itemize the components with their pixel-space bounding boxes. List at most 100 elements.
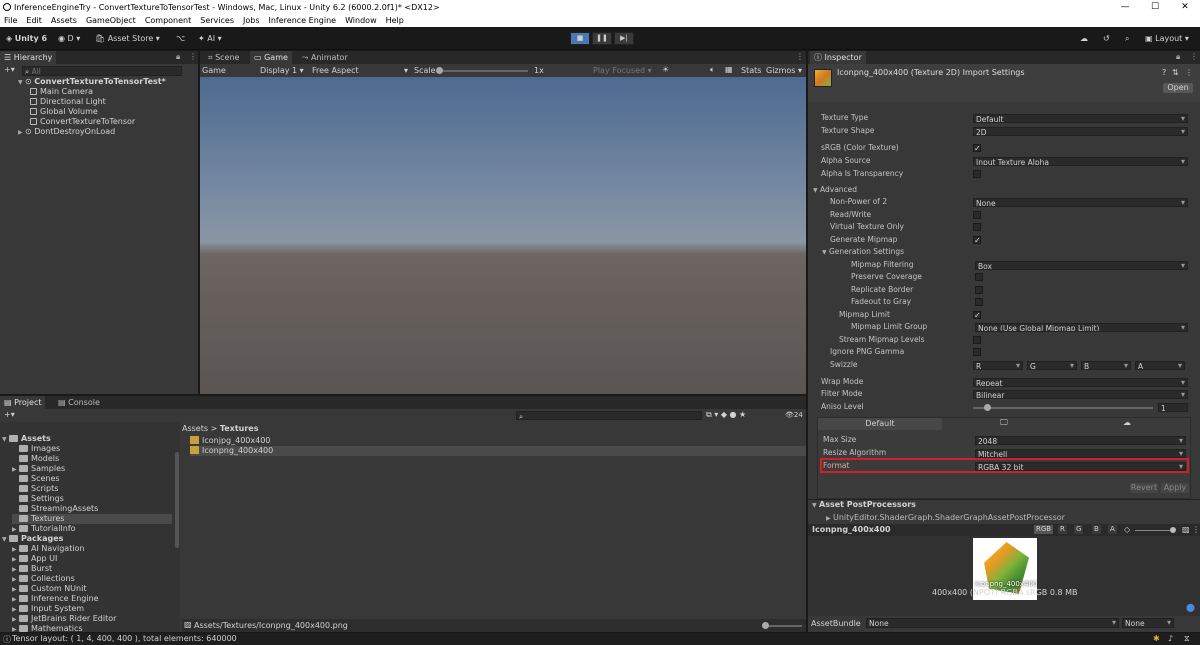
property-dropdown[interactable]: Input Texture Alpha <box>973 157 1188 166</box>
pause-button[interactable]: ❚❚ <box>592 32 612 45</box>
project-tree-item[interactable]: StreamingAssets <box>12 504 98 514</box>
minimize-button[interactable]: — <box>1110 0 1140 14</box>
project-tree-item[interactable]: ▶ Burst <box>12 564 52 574</box>
tab-game[interactable]: ▭ Game <box>250 51 292 64</box>
project-tree-item[interactable]: ▶ Custom NUnit <box>12 584 86 594</box>
tab-animator[interactable]: ⤳ Animator <box>298 51 352 64</box>
bundle-info-icon[interactable]: ⬤ <box>1186 603 1195 612</box>
game-viewport[interactable] <box>200 77 806 394</box>
mip-slider[interactable] <box>1135 530 1175 531</box>
menu-assets[interactable]: Assets <box>51 16 77 25</box>
property-dropdown[interactable]: Bilinear <box>973 390 1188 399</box>
search-icon[interactable]: ⌕ <box>1125 32 1129 45</box>
aspect-dropdown[interactable]: Free Aspect ▾ <box>312 66 408 75</box>
property-checkbox[interactable] <box>975 298 983 306</box>
tab-project[interactable]: ▤ Project <box>0 396 46 409</box>
hierarchy-search-input[interactable]: ⌕ All <box>22 66 182 76</box>
menu-edit[interactable]: Edit <box>26 16 42 25</box>
property-dropdown[interactable]: None (Use Global Mipmap Limit) <box>975 323 1188 332</box>
dontdestroy-row[interactable]: ▶ ⊙ DontDestroyOnLoad <box>18 127 115 137</box>
property-checkbox[interactable] <box>975 286 983 294</box>
game-mode-dropdown[interactable]: Game <box>202 66 226 75</box>
channel-toggle[interactable]: A <box>1108 525 1117 534</box>
project-tree-item[interactable]: Settings <box>12 494 64 504</box>
hierarchy-item[interactable]: ConvertTextureToTensor <box>30 117 135 127</box>
project-tree-item[interactable]: ▶ Collections <box>12 574 75 584</box>
tab-console[interactable]: ▤ Console <box>54 396 104 409</box>
project-tree-item[interactable]: Scripts <box>12 484 58 494</box>
grid-icon[interactable]: ▦ <box>725 65 733 74</box>
aniso-value-field[interactable]: 1 <box>1158 403 1188 412</box>
add-button[interactable]: +▾ <box>4 410 15 419</box>
property-checkbox[interactable] <box>973 348 981 356</box>
project-file-item[interactable]: Iconjpg_400x400 <box>190 436 270 446</box>
menu-gameobject[interactable]: GameObject <box>86 16 136 25</box>
channel-toggle[interactable]: B <box>1092 525 1101 534</box>
help-icon[interactable]: ? <box>1162 68 1166 77</box>
more-icon[interactable]: ⋮ <box>1185 68 1193 77</box>
swizzle-dropdown[interactable]: A <box>1135 361 1185 370</box>
preset-icon[interactable]: ⇅ <box>1172 68 1179 77</box>
assetbundle-dropdown[interactable]: None <box>866 618 1119 628</box>
close-button[interactable]: ✕ <box>1170 0 1200 14</box>
hierarchy-item[interactable]: Global Volume <box>30 107 98 117</box>
foldout-generation-settings[interactable]: ▼ Generation Settings <box>822 247 904 257</box>
project-tree-item[interactable]: Images <box>12 444 60 454</box>
breadcrumb-textures[interactable]: Textures <box>220 424 259 433</box>
foldout-advanced[interactable]: ▼ Advanced <box>813 185 857 195</box>
project-tree-item[interactable]: ▼ Packages <box>2 534 63 544</box>
more-icon[interactable]: ⋮ <box>1190 52 1198 61</box>
swizzle-dropdown[interactable]: G <box>1027 361 1077 370</box>
menu-file[interactable]: File <box>4 16 17 25</box>
project-tree-item[interactable]: Models <box>12 454 59 464</box>
aniso-slider-handle[interactable] <box>984 404 991 411</box>
project-tree-item[interactable]: Textures <box>12 514 172 524</box>
menu-services[interactable]: Services <box>200 16 234 25</box>
swizzle-dropdown[interactable]: B <box>1081 361 1131 370</box>
checker-icon[interactable]: ▨ <box>1182 525 1190 534</box>
ai-button[interactable]: ✦ AI ▾ <box>198 32 222 45</box>
audio-icon[interactable]: 🔈︎ <box>710 65 715 75</box>
filter-icon[interactable]: ⧉ ▾ ◆ ● ★ <box>706 410 746 420</box>
property-checkbox[interactable]: ✓ <box>973 311 981 320</box>
gizmos-dropdown[interactable]: Gizmos ▾ <box>766 66 802 75</box>
menu-jobs[interactable]: Jobs <box>243 16 260 25</box>
account-button[interactable]: ◉ D ▾ <box>58 32 80 45</box>
asset-postprocessors-header[interactable]: ▼ Asset PostProcessors <box>812 500 916 510</box>
scene-row[interactable]: ▼ ⊙ ConvertTextureToTensorTest* <box>18 77 166 87</box>
play-focused-dropdown[interactable]: Play Focused ▾ <box>593 66 652 75</box>
apply-button[interactable]: Apply <box>1161 483 1189 493</box>
channel-toggle[interactable]: R <box>1058 525 1067 534</box>
standalone-icon[interactable]: 🖵︎ <box>1000 418 1008 428</box>
mip-slider-handle[interactable] <box>1170 527 1176 533</box>
aniso-slider[interactable] <box>973 407 1153 409</box>
hierarchy-item[interactable]: Main Camera <box>30 87 93 97</box>
tree-scrollbar[interactable] <box>175 452 179 548</box>
menu-window[interactable]: Window <box>345 16 377 25</box>
project-tree-item[interactable]: ▶ Inference Engine <box>12 594 99 604</box>
tab-inspector[interactable]: ⓘ Inspector <box>810 51 866 64</box>
bell-icon[interactable]: ♪ <box>1168 634 1173 643</box>
property-checkbox[interactable]: ✓ <box>973 144 981 153</box>
more-icon[interactable]: ⋮ <box>796 52 804 61</box>
project-tree-item[interactable]: ▶ TutorialInfo <box>12 524 76 534</box>
platform-dropdown[interactable]: 2048 <box>975 436 1186 445</box>
revert-button[interactable]: Revert <box>1130 483 1158 493</box>
more-icon[interactable]: ⋮ <box>1192 525 1200 534</box>
step-button[interactable]: ▶| <box>614 32 634 45</box>
scale-slider-handle[interactable] <box>436 67 443 74</box>
sun-icon[interactable]: ☀ <box>662 65 669 74</box>
breadcrumb-assets[interactable]: Assets <box>182 424 208 433</box>
property-checkbox[interactable]: ✓ <box>973 236 981 245</box>
menu-inference-engine[interactable]: Inference Engine <box>269 16 337 25</box>
property-checkbox[interactable] <box>973 223 981 231</box>
platform-dropdown[interactable]: Mitchell <box>975 449 1186 458</box>
tab-default-platform[interactable]: Default <box>818 418 942 430</box>
project-tree-item[interactable]: Scenes <box>12 474 60 484</box>
version-control-icon[interactable]: ⌥ <box>176 32 185 45</box>
project-tree-item[interactable]: ▶ JetBrains Rider Editor <box>12 614 116 624</box>
project-file-item[interactable]: Iconpng_400x400 <box>190 446 806 456</box>
cloud-icon[interactable]: ☁ <box>1080 32 1088 45</box>
swizzle-dropdown[interactable]: R <box>973 361 1023 370</box>
project-tree-item[interactable]: ▶ AI Navigation <box>12 544 85 554</box>
